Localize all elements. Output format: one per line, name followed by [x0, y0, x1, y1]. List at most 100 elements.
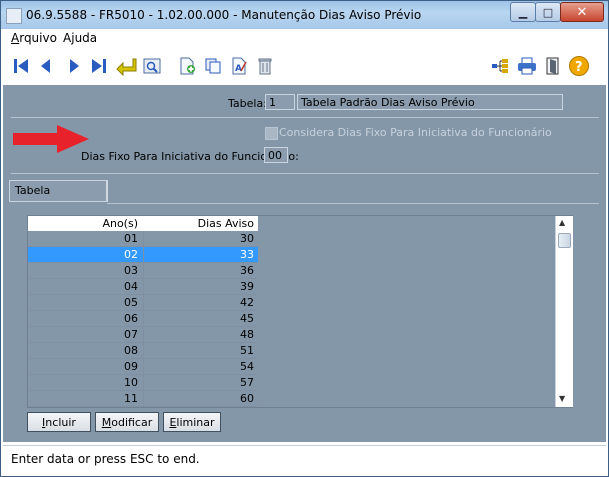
first-record-button[interactable] — [10, 55, 32, 77]
scroll-thumb[interactable] — [558, 233, 571, 248]
exit-button[interactable] — [542, 55, 564, 77]
table-row[interactable]: 01 30 — [28, 231, 258, 247]
table-row[interactable]: 05 42 — [28, 295, 258, 311]
edit-icon: A — [232, 57, 247, 75]
cell-dias-aviso: 60 — [240, 392, 254, 405]
tabela-description-field: Tabela Padrão Dias Aviso Prévio — [297, 94, 563, 110]
cell-dias-aviso: 48 — [240, 328, 254, 341]
cell-dias-aviso: 51 — [240, 344, 254, 357]
cell-ano: 07 — [124, 328, 138, 341]
cell-ano: 09 — [124, 360, 138, 373]
add-icon — [180, 57, 195, 75]
prev-record-icon — [41, 59, 50, 73]
cell-dias-aviso: 36 — [240, 264, 254, 277]
modificar-button[interactable]: Modificar — [95, 412, 159, 432]
toolbar: A ? — [1, 48, 608, 84]
grid-header: Ano(s) Dias Aviso — [28, 216, 258, 231]
copy-button[interactable] — [202, 55, 224, 77]
cell-ano: 11 — [124, 392, 138, 405]
cell-dias-aviso: 39 — [240, 280, 254, 293]
close-icon: ✕ — [576, 4, 588, 20]
minimize-icon: ▁ — [518, 5, 528, 19]
table-row[interactable]: 04 39 — [28, 279, 258, 295]
separator — [11, 117, 599, 118]
table-row[interactable]: 08 51 — [28, 343, 258, 359]
svg-text:?: ? — [575, 60, 583, 75]
search-button[interactable] — [141, 55, 163, 77]
vertical-scrollbar[interactable]: ▲ ▼ — [555, 216, 573, 407]
considera-dias-fixo-checkbox[interactable] — [265, 127, 278, 140]
edit-button[interactable]: A — [228, 55, 250, 77]
menu-arquivo-label: Arquivo — [11, 31, 57, 45]
tree-button[interactable] — [489, 55, 511, 77]
cell-ano: 08 — [124, 344, 138, 357]
red-arrow-annotation — [13, 125, 89, 153]
table-row[interactable]: 06 45 — [28, 311, 258, 327]
cell-ano: 05 — [124, 296, 138, 309]
cell-dias-aviso: 30 — [240, 232, 254, 245]
tree-icon — [492, 59, 508, 73]
dias-aviso-grid[interactable]: Ano(s) Dias Aviso 01 30 02 33 03 36 04 39 05 42 06… — [27, 215, 573, 408]
incluir-button[interactable]: Incluir — [27, 412, 91, 432]
cell-dias-aviso: 42 — [240, 296, 254, 309]
print-icon — [518, 57, 536, 75]
help-button[interactable]: ? — [568, 55, 590, 77]
print-button[interactable] — [516, 55, 538, 77]
last-record-icon — [92, 59, 106, 73]
column-header-ano[interactable]: Ano(s) — [28, 217, 138, 230]
dias-fixo-field[interactable]: 00 — [264, 147, 288, 163]
table-row[interactable]: 10 57 — [28, 375, 258, 391]
minimize-button[interactable]: ▁ — [510, 2, 536, 22]
tabela-label: Tabela: — [228, 97, 267, 110]
scroll-down-icon[interactable]: ▼ — [559, 394, 565, 403]
next-record-button[interactable] — [63, 55, 85, 77]
application-window: 06.9.5588 - FR5010 - 1.02.00.000 - Manut… — [0, 0, 609, 477]
scroll-up-icon[interactable]: ▲ — [559, 218, 565, 227]
svg-text:A: A — [235, 64, 242, 74]
menu-bar: Arquivo Ajuda — [1, 29, 608, 47]
cell-ano: 01 — [124, 232, 138, 245]
menu-ajuda[interactable]: Ajuda — [63, 31, 97, 45]
tabela-code-field[interactable]: 1 — [265, 94, 295, 110]
copy-icon — [205, 58, 221, 74]
table-row[interactable]: 03 36 — [28, 263, 258, 279]
form-panel: Tabela: 1 Tabela Padrão Dias Aviso Prévi… — [3, 85, 606, 442]
app-icon — [6, 8, 22, 24]
exit-icon — [546, 57, 559, 75]
cell-dias-aviso: 45 — [240, 312, 254, 325]
search-icon — [143, 58, 161, 74]
first-record-icon — [14, 59, 28, 73]
table-row[interactable]: 07 48 — [28, 327, 258, 343]
cell-dias-aviso: 57 — [240, 376, 254, 389]
menu-arquivo[interactable]: Arquivo — [11, 31, 57, 45]
table-row[interactable]: 09 54 — [28, 359, 258, 375]
cell-ano: 04 — [124, 280, 138, 293]
cell-ano: 03 — [124, 264, 138, 277]
add-button[interactable] — [176, 55, 198, 77]
goto-button[interactable] — [115, 55, 137, 77]
status-text: Enter data or press ESC to end. — [11, 452, 200, 466]
maximize-button[interactable]: □ — [535, 2, 561, 22]
title-bar[interactable]: 06.9.5588 - FR5010 - 1.02.00.000 - Manut… — [1, 1, 608, 29]
separator — [11, 173, 599, 174]
prev-record-button[interactable] — [35, 55, 57, 77]
tab-tabela[interactable]: Tabela — [9, 180, 108, 202]
delete-button[interactable] — [254, 55, 276, 77]
next-record-icon — [70, 59, 79, 73]
table-row[interactable]: 02 33 — [28, 247, 258, 263]
cell-dias-aviso: 33 — [240, 248, 254, 261]
eliminar-button[interactable]: Eliminar — [163, 412, 221, 432]
maximize-icon: □ — [542, 5, 554, 19]
help-icon: ? — [569, 56, 589, 76]
column-header-dias-aviso[interactable]: Dias Aviso — [142, 217, 254, 230]
delete-icon — [258, 58, 272, 75]
cell-ano: 10 — [124, 376, 138, 389]
tab-underline — [107, 203, 599, 204]
cell-dias-aviso: 54 — [240, 360, 254, 373]
menu-ajuda-label: Ajuda — [63, 31, 98, 45]
last-record-button[interactable] — [88, 55, 110, 77]
table-row[interactable]: 11 60 — [28, 391, 258, 407]
close-button[interactable]: ✕ — [560, 2, 604, 22]
window-title: 06.9.5588 - FR5010 - 1.02.00.000 - Manut… — [26, 8, 422, 22]
goto-icon — [116, 58, 137, 76]
